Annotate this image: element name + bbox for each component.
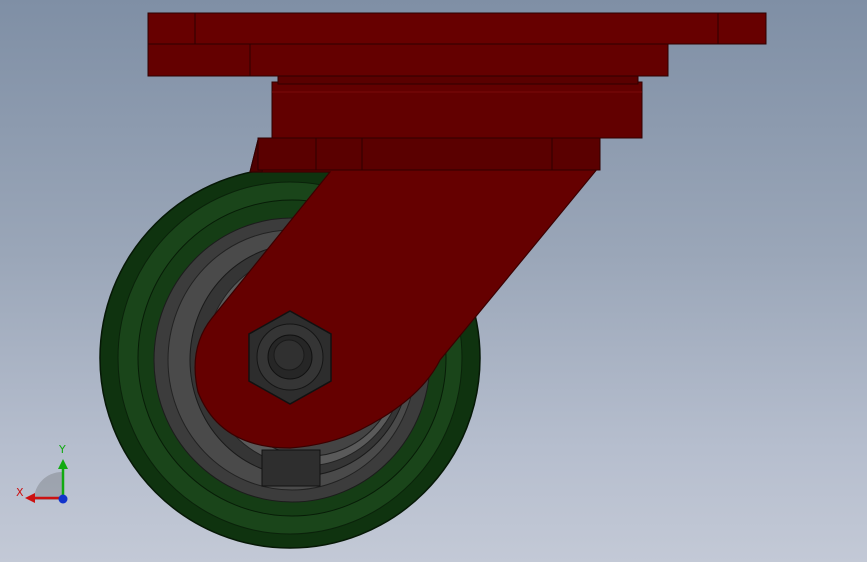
lower-flange	[257, 137, 601, 171]
z-axis-dot	[58, 494, 68, 504]
x-axis-label: X	[16, 486, 24, 499]
swivel-head	[147, 12, 767, 171]
y-axis-label: Y	[59, 443, 66, 456]
top-plate	[147, 12, 767, 45]
mid-plate	[147, 43, 669, 77]
hub-block	[261, 449, 321, 487]
race-lip	[277, 75, 639, 85]
coordinate-triad	[25, 459, 68, 504]
bearing-race	[271, 81, 643, 139]
graphics-viewport[interactable]: X Y	[0, 0, 867, 562]
caster-wheel-model[interactable]	[0, 0, 867, 562]
